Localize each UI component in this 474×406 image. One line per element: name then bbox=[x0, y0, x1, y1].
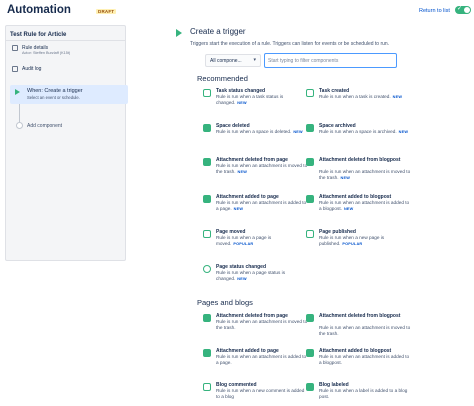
chevron-down-icon: ▾ bbox=[253, 57, 256, 63]
checkbox-icon bbox=[203, 89, 211, 97]
new-badge: NEW bbox=[343, 207, 354, 211]
new-badge: NEW bbox=[237, 101, 247, 105]
audit-log-icon bbox=[12, 66, 18, 72]
card-title: Attachment deleted from blogpost bbox=[319, 313, 401, 319]
card-description: Rule is run when an attachment is added … bbox=[319, 354, 410, 365]
document-icon bbox=[12, 45, 18, 51]
card-title: Attachment deleted from blogpost bbox=[319, 157, 401, 163]
toggle-knob bbox=[464, 7, 470, 13]
card-description: Rule is run when a space is archived. NEW bbox=[319, 129, 409, 134]
rule-name: Test Rule for Article bbox=[10, 32, 67, 38]
section-heading-pages-blogs: Pages and blogs bbox=[197, 298, 253, 307]
image-icon bbox=[306, 349, 314, 357]
image-icon bbox=[203, 349, 211, 357]
new-badge: NEW bbox=[237, 170, 248, 174]
divider bbox=[6, 40, 125, 41]
card-description: Rule is run when a space is deleted. NEW bbox=[216, 129, 303, 134]
trigger-step[interactable]: When: Create a trigger Select an event o… bbox=[10, 85, 128, 104]
arrow-right-icon bbox=[203, 230, 211, 238]
new-badge: NEW bbox=[340, 176, 351, 180]
new-badge: NEW bbox=[392, 95, 403, 99]
rule-sidebar: Test Rule for Article Rule details Actor… bbox=[5, 25, 128, 261]
return-to-list-link[interactable]: Return to list bbox=[419, 8, 450, 14]
app-title: Automation bbox=[7, 4, 71, 16]
image-icon bbox=[203, 158, 211, 166]
card-description: Rule is run when an attachment is added … bbox=[216, 354, 307, 365]
add-component-dot-icon[interactable] bbox=[16, 122, 23, 129]
card-description: Rule is run when a new comment is added … bbox=[216, 388, 305, 399]
status-badge: DRAFT bbox=[96, 9, 117, 14]
page-title: Create a trigger bbox=[190, 27, 246, 36]
filter-components-input[interactable] bbox=[264, 53, 397, 68]
status-icon bbox=[203, 265, 211, 273]
plus-icon bbox=[306, 230, 314, 238]
card-description: Rule is run when a task is created. NEW bbox=[319, 94, 403, 99]
image-icon bbox=[203, 195, 211, 203]
space-icon bbox=[203, 124, 211, 132]
card-description: Rule is run when an attachment is moved … bbox=[319, 325, 411, 336]
new-badge: NEW bbox=[233, 207, 244, 211]
add-component-link[interactable]: Add component bbox=[27, 123, 62, 129]
card-description: Rule is run when a page is moved. POPULAR bbox=[216, 235, 272, 246]
top-bar: Automation DRAFT Return to list ✓ bbox=[0, 0, 474, 22]
image-icon bbox=[306, 158, 314, 166]
space-icon bbox=[306, 124, 314, 132]
actor-text: Actor: Steffen Burzlaff (K15t) bbox=[22, 51, 71, 55]
card-description: Rule is run when a label is added to a b… bbox=[319, 388, 408, 399]
image-icon bbox=[306, 314, 314, 322]
component-type-select[interactable]: All compone... ▾ bbox=[205, 54, 261, 67]
new-badge: NEW bbox=[398, 130, 409, 134]
popular-badge: POPULAR bbox=[342, 242, 363, 246]
new-badge: NEW bbox=[237, 277, 247, 281]
trigger-title: When: Create a trigger bbox=[27, 88, 83, 94]
check-icon: ✓ bbox=[457, 6, 463, 12]
label-icon bbox=[306, 383, 314, 391]
page-description: Triggers start the execution of a rule. … bbox=[190, 41, 390, 47]
card-description: Rule is run when a page status is change… bbox=[216, 270, 286, 281]
card-description: Rule is run when an attachment is moved … bbox=[216, 319, 308, 330]
image-icon bbox=[203, 314, 211, 322]
card-description: Rule is run when an attachment is added … bbox=[216, 200, 307, 211]
popular-badge: POPULAR bbox=[233, 242, 254, 246]
play-icon bbox=[15, 89, 20, 95]
new-badge: NEW bbox=[293, 130, 303, 134]
sidebar-item-audit-log[interactable]: Audit log bbox=[12, 66, 41, 72]
checkbox-icon bbox=[306, 89, 314, 97]
section-heading-recommended: Recommended bbox=[197, 74, 248, 83]
trigger-subtitle: Select an event or schedule. bbox=[27, 95, 80, 100]
sidebar-item-label: Audit log bbox=[22, 66, 42, 72]
card-description: Rule is run when an attachment is moved … bbox=[319, 169, 411, 180]
connector-line bbox=[19, 104, 20, 122]
card-description: Rule is run when an attachment is moved … bbox=[216, 163, 308, 174]
card-description: Rule is run when a new page is published… bbox=[319, 235, 385, 246]
sidebar-item-rule-details[interactable]: Rule details Actor: Steffen Burzlaff (K1… bbox=[12, 45, 70, 56]
image-icon bbox=[306, 195, 314, 203]
card-description: Rule is run when an attachment is added … bbox=[319, 200, 410, 211]
select-value: All compone... bbox=[210, 58, 242, 64]
comment-icon bbox=[203, 383, 211, 391]
rule-enabled-toggle[interactable]: ✓ bbox=[455, 6, 471, 14]
play-icon bbox=[176, 29, 182, 37]
card-description: Rule is run when a task status is change… bbox=[216, 94, 284, 105]
